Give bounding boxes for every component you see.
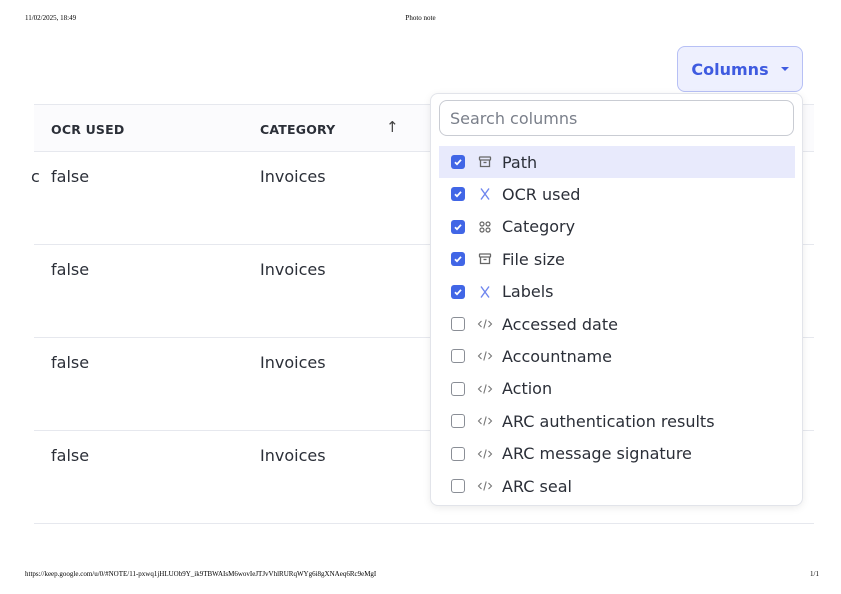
cell-ocr-used: false (51, 446, 90, 465)
column-option[interactable]: Accountname (439, 340, 795, 372)
column-option-label: ARC seal (502, 476, 572, 496)
code-icon (477, 413, 493, 429)
cell-category: Invoices (260, 446, 326, 465)
grid-icon (477, 219, 493, 235)
arrow-up-icon[interactable]: ↑ (386, 118, 399, 136)
column-option-label: ARC message signature (502, 444, 692, 464)
print-title: Photo note (405, 14, 436, 22)
column-option-label: Accountname (502, 346, 612, 366)
print-url: https://keep.google.com/u/0/#NOTE/11-pxw… (25, 570, 377, 578)
caret-down-icon (780, 67, 789, 71)
code-icon (477, 446, 493, 462)
checkbox-unchecked[interactable] (451, 349, 465, 364)
checkbox-checked[interactable] (451, 284, 465, 299)
column-option-label: Path (502, 152, 538, 172)
column-option-label: Category (502, 217, 576, 237)
code-icon (477, 381, 493, 397)
print-page-number: 1/1 (810, 570, 819, 578)
column-option[interactable]: Category (439, 211, 795, 243)
column-option[interactable]: Action (439, 373, 795, 405)
archive-box-icon (477, 154, 493, 170)
checkbox-checked[interactable] (451, 219, 465, 234)
x-mark-icon (477, 284, 493, 300)
column-option[interactable]: ARC message signature (439, 438, 795, 470)
column-option[interactable]: ARC authentication results (439, 405, 795, 437)
columns-button[interactable]: Columns (677, 46, 803, 92)
code-icon (477, 478, 493, 494)
columns-menu: Path OCR used Category File size Labels Acces… (430, 93, 803, 506)
column-option[interactable]: Path (439, 146, 795, 178)
checkbox-checked[interactable] (451, 187, 465, 202)
cell-category: Invoices (260, 353, 326, 372)
cell-category: Invoices (260, 167, 326, 186)
header-ocr-used[interactable]: OCR USED (51, 122, 124, 137)
column-option-label: OCR used (502, 184, 581, 204)
x-mark-icon (477, 186, 493, 202)
column-option-label: Labels (502, 282, 554, 302)
checkbox-checked[interactable] (451, 155, 465, 169)
column-option[interactable]: Accessed date (439, 308, 795, 340)
search-columns-input[interactable] (439, 100, 794, 136)
checkbox-checked[interactable] (451, 252, 465, 267)
column-option-label: Accessed date (502, 314, 618, 334)
cell-ocr-used: false (51, 260, 90, 279)
cell-category: Invoices (260, 260, 326, 279)
checkbox-unchecked[interactable] (451, 414, 465, 429)
column-option[interactable]: OCR used (439, 178, 795, 210)
checkbox-unchecked[interactable] (451, 479, 465, 493)
column-option-label: Action (502, 379, 553, 399)
checkbox-unchecked[interactable] (451, 381, 465, 396)
code-icon (477, 348, 493, 364)
checkbox-unchecked[interactable] (451, 317, 465, 331)
checkbox-unchecked[interactable] (451, 446, 465, 461)
column-option[interactable]: ARC seal (439, 470, 795, 502)
truncated-cell: c (31, 167, 40, 186)
archive-box-icon (477, 251, 493, 267)
cell-ocr-used: false (51, 353, 90, 372)
header-category[interactable]: CATEGORY (260, 122, 335, 137)
column-option[interactable]: File size (439, 243, 795, 275)
columns-button-label: Columns (691, 59, 769, 79)
code-icon (477, 316, 493, 332)
cell-ocr-used: false (51, 167, 90, 186)
column-option[interactable]: Labels (439, 276, 795, 308)
column-option-label: File size (502, 249, 565, 269)
column-option-label: ARC authentication results (502, 411, 715, 431)
